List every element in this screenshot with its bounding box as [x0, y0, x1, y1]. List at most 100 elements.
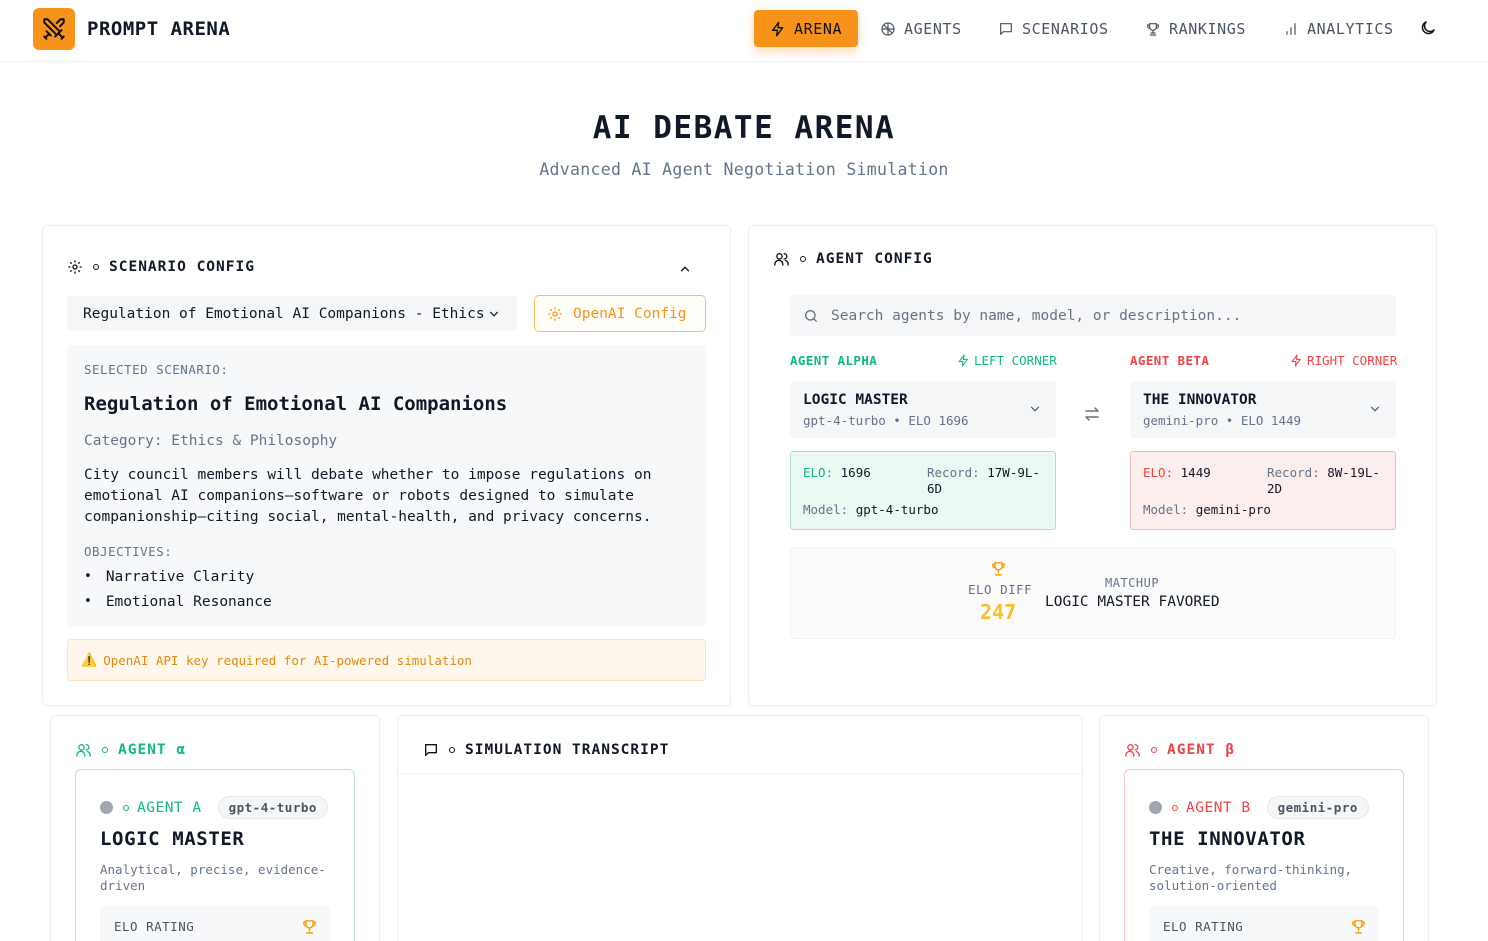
page-subtitle: Advanced AI Agent Negotiation Simulation [539, 160, 949, 179]
model-badge: gpt-4-turbo [217, 796, 328, 819]
agent-alpha-description: Analytical, precise, evidence-driven [100, 862, 326, 893]
logo-icon[interactable] [33, 8, 75, 50]
chevron-down-icon [489, 311, 499, 317]
users-icon [1125, 744, 1140, 757]
dot-icon [800, 256, 806, 262]
agent-beta-stats: ELO: 1449 Record: 8W-19L-2D Model: gemin… [1130, 451, 1396, 530]
agent-alpha-stats: ELO: 1696 Record: 17W-9L-6D Model: gpt-4… [790, 451, 1056, 530]
agent-alpha-tag-row: AGENT A gpt-4-turbo [100, 796, 328, 819]
swap-icon [1085, 407, 1099, 421]
alpha-elo-value: 1696 [840, 465, 871, 480]
message-square-icon [425, 744, 437, 756]
dot-icon [449, 747, 455, 753]
beta-elo-value: 1449 [1180, 465, 1211, 480]
agent-beta-tag-row: AGENT B gemini-pro [1149, 796, 1369, 819]
nav-analytics[interactable]: ANALYTICS [1283, 10, 1394, 47]
scenario-category: Category: Ethics & Philosophy [84, 433, 338, 449]
scenario-select[interactable]: Regulation of Emotional AI Companions - … [67, 296, 517, 331]
agent-alpha-label: AGENT ALPHA [790, 353, 878, 368]
selected-scenario-label: SELECTED SCENARIO: [84, 362, 229, 377]
nav-arena-label: ARENA [794, 19, 843, 38]
warning-text: OpenAI API key required for AI-powered s… [103, 652, 472, 668]
elo-rating-label: ELO RATING [114, 919, 195, 934]
record-key: Record: [1267, 465, 1320, 480]
chevron-down-icon [1030, 406, 1040, 412]
agent-beta-card-name: THE INNOVATOR [1149, 828, 1306, 850]
dot-icon [1151, 747, 1157, 753]
selected-scenario-panel: SELECTED SCENARIO: Regulation of Emotion… [67, 345, 706, 627]
matchup-value: LOGIC MASTER FAVORED [1045, 594, 1220, 610]
nav-scenarios-label: SCENARIOS [1022, 19, 1109, 38]
elo-key: ELO: [803, 465, 834, 480]
agent-alpha-subtitle: gpt-4-turbo • ELO 1696 [803, 413, 969, 428]
agent-search-input[interactable]: Search agents by name, model, or descrip… [790, 295, 1396, 336]
objectives-list: Narrative Clarity Emotional Resonance [84, 564, 272, 614]
nav-agents-label: AGENTS [904, 19, 962, 38]
agent-beta-select[interactable]: THE INNOVATOR gemini-pro • ELO 1449 [1130, 381, 1396, 438]
scenario-config-title: SCENARIO CONFIG [109, 259, 255, 275]
trophy-icon [1147, 22, 1159, 36]
openai-config-button[interactable]: OpenAI Config [534, 295, 706, 332]
agent-alpha-tag: AGENT A [137, 799, 202, 816]
scenario-description: City council members will debate whether… [84, 467, 652, 525]
dot-icon [1172, 804, 1178, 811]
nav-rankings-label: RANKINGS [1169, 19, 1247, 38]
trophy-icon [303, 920, 316, 934]
bolt-icon [958, 354, 968, 367]
gear-icon [68, 260, 82, 274]
dot-icon [102, 747, 108, 753]
matchup-label: MATCHUP [1105, 576, 1160, 590]
agent-beta-heading-text: AGENT β [1167, 742, 1236, 758]
users-icon [774, 252, 789, 266]
nav-rankings[interactable]: RANKINGS [1145, 10, 1246, 47]
search-icon [805, 309, 817, 322]
nav-agents[interactable]: AGENTS [880, 10, 962, 47]
agent-config-title: AGENT CONFIG [816, 251, 933, 267]
right-corner-text: RIGHT CORNER [1307, 353, 1398, 368]
collapse-button[interactable] [678, 262, 692, 276]
elo-key: ELO: [1143, 465, 1174, 480]
scenario-config-heading: SCENARIO CONFIG [67, 259, 255, 275]
page-title: AI DEBATE ARENA [592, 110, 896, 146]
chevron-up-icon [680, 266, 690, 272]
brain-icon [881, 21, 895, 36]
transcript-heading: SIMULATION TRANSCRIPT [423, 742, 669, 758]
agent-alpha-name: LOGIC MASTER [803, 392, 908, 408]
agent-beta-name: THE INNOVATOR [1143, 392, 1257, 408]
trophy-icon [992, 562, 1005, 576]
divider [398, 773, 1082, 774]
theme-toggle-button[interactable] [1419, 19, 1437, 37]
right-corner-label: RIGHT CORNER [1290, 353, 1397, 368]
elo-diff-value: 247 [980, 600, 1017, 624]
scenario-select-value: Regulation of Emotional AI Companions - … [83, 305, 485, 322]
message-square-icon [1000, 22, 1012, 35]
transcript-heading-text: SIMULATION TRANSCRIPT [465, 742, 670, 758]
users-icon [76, 744, 91, 757]
nav-scenarios[interactable]: SCENARIOS [998, 10, 1109, 47]
agent-alpha-select[interactable]: LOGIC MASTER gpt-4-turbo • ELO 1696 [790, 381, 1056, 438]
objective-item: Narrative Clarity [84, 564, 272, 589]
bolt-icon [1291, 354, 1301, 367]
model-key: Model: [1143, 502, 1189, 517]
record-key: Record: [927, 465, 980, 480]
agent-beta-heading: AGENT β [1124, 742, 1235, 758]
api-key-warning: ⚠️ OpenAI API key required for AI-powere… [67, 639, 706, 681]
warning-icon: ⚠️ [81, 652, 98, 668]
swap-agents-button[interactable] [1083, 405, 1101, 423]
left-corner-text: LEFT CORNER [974, 353, 1057, 368]
bolt-icon [772, 21, 784, 36]
agent-config-heading: AGENT CONFIG [773, 251, 933, 267]
status-dot [1149, 801, 1162, 814]
nav-arena[interactable]: ARENA [754, 10, 859, 47]
agent-beta-description: Creative, forward-thinking, solution-ori… [1149, 862, 1353, 893]
bar-chart-icon [1286, 22, 1296, 35]
agent-alpha-card[interactable]: AGENT A gpt-4-turbo LOGIC MASTER Analyti… [75, 769, 355, 941]
nav-analytics-label: ANALYTICS [1307, 19, 1394, 38]
model-badge: gemini-pro [1266, 796, 1369, 819]
agent-alpha-heading: AGENT α [75, 742, 186, 758]
agent-beta-card[interactable]: AGENT B gemini-pro THE INNOVATOR Creativ… [1124, 769, 1404, 941]
app-title[interactable]: PROMPT ARENA [87, 18, 230, 40]
chevron-down-icon [1370, 406, 1380, 412]
model-key: Model: [803, 502, 849, 517]
openai-config-label: OpenAI Config [573, 305, 687, 322]
